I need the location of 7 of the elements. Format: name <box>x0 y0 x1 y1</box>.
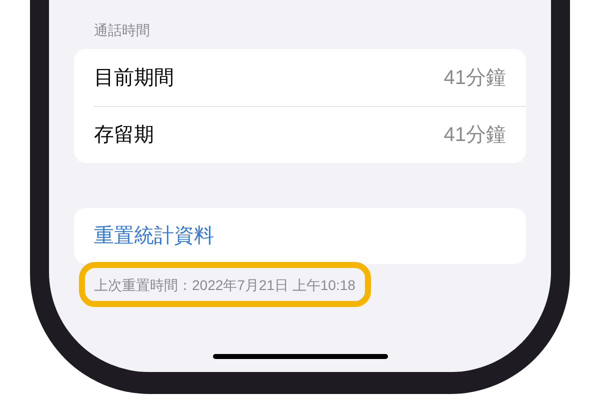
row-label: 存留期 <box>94 123 154 148</box>
section-header: 通話時間 <box>93 21 151 39</box>
last-reset-note: 上次重置時間：2022年7月21日 上午10:18 <box>94 276 356 294</box>
row-value: 41分鐘 <box>444 123 506 148</box>
reset-statistics-button[interactable]: 重置統計資料 <box>74 208 526 264</box>
row-label: 目前期間 <box>94 66 174 90</box>
row-value: 41分鐘 <box>444 66 506 90</box>
